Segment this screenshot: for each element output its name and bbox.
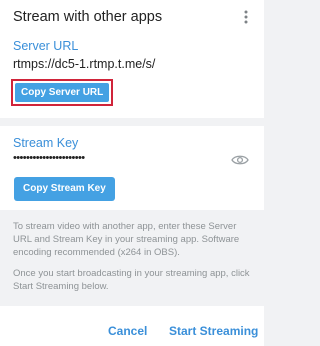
show-key-button[interactable] <box>231 153 249 167</box>
dialog-title: Stream with other apps <box>13 9 163 25</box>
server-url-label: Server URL <box>13 39 79 53</box>
eye-icon <box>231 155 249 165</box>
start-streaming-button[interactable]: Start Streaming <box>169 324 258 338</box>
more-options-button[interactable] <box>238 7 254 27</box>
stream-key-value[interactable]: •••••••••••••••••••••• <box>13 152 85 164</box>
copy-server-url-button[interactable]: Copy Server URL <box>15 83 110 102</box>
copy-server-url-highlight: Copy Server URL <box>11 79 114 106</box>
cancel-button[interactable]: Cancel <box>108 324 147 338</box>
info-paragraph-1: To stream video with another app, enter … <box>13 221 240 258</box>
server-url-value[interactable]: rtmps://dc5-1.rtmp.t.me/s/ <box>13 57 155 71</box>
info-paragraph-2: Once you start broadcasting in your stre… <box>13 268 250 292</box>
copy-stream-key-button[interactable]: Copy Stream Key <box>14 177 115 201</box>
stream-key-label: Stream Key <box>13 136 79 150</box>
section-divider <box>0 118 264 126</box>
dialog-header: Stream with other apps <box>0 0 264 36</box>
info-panel: To stream video with another app, enter … <box>0 210 264 306</box>
vertical-dots-icon <box>244 10 248 24</box>
stream-dialog: Stream with other apps Server URL rtmps:… <box>0 0 264 346</box>
